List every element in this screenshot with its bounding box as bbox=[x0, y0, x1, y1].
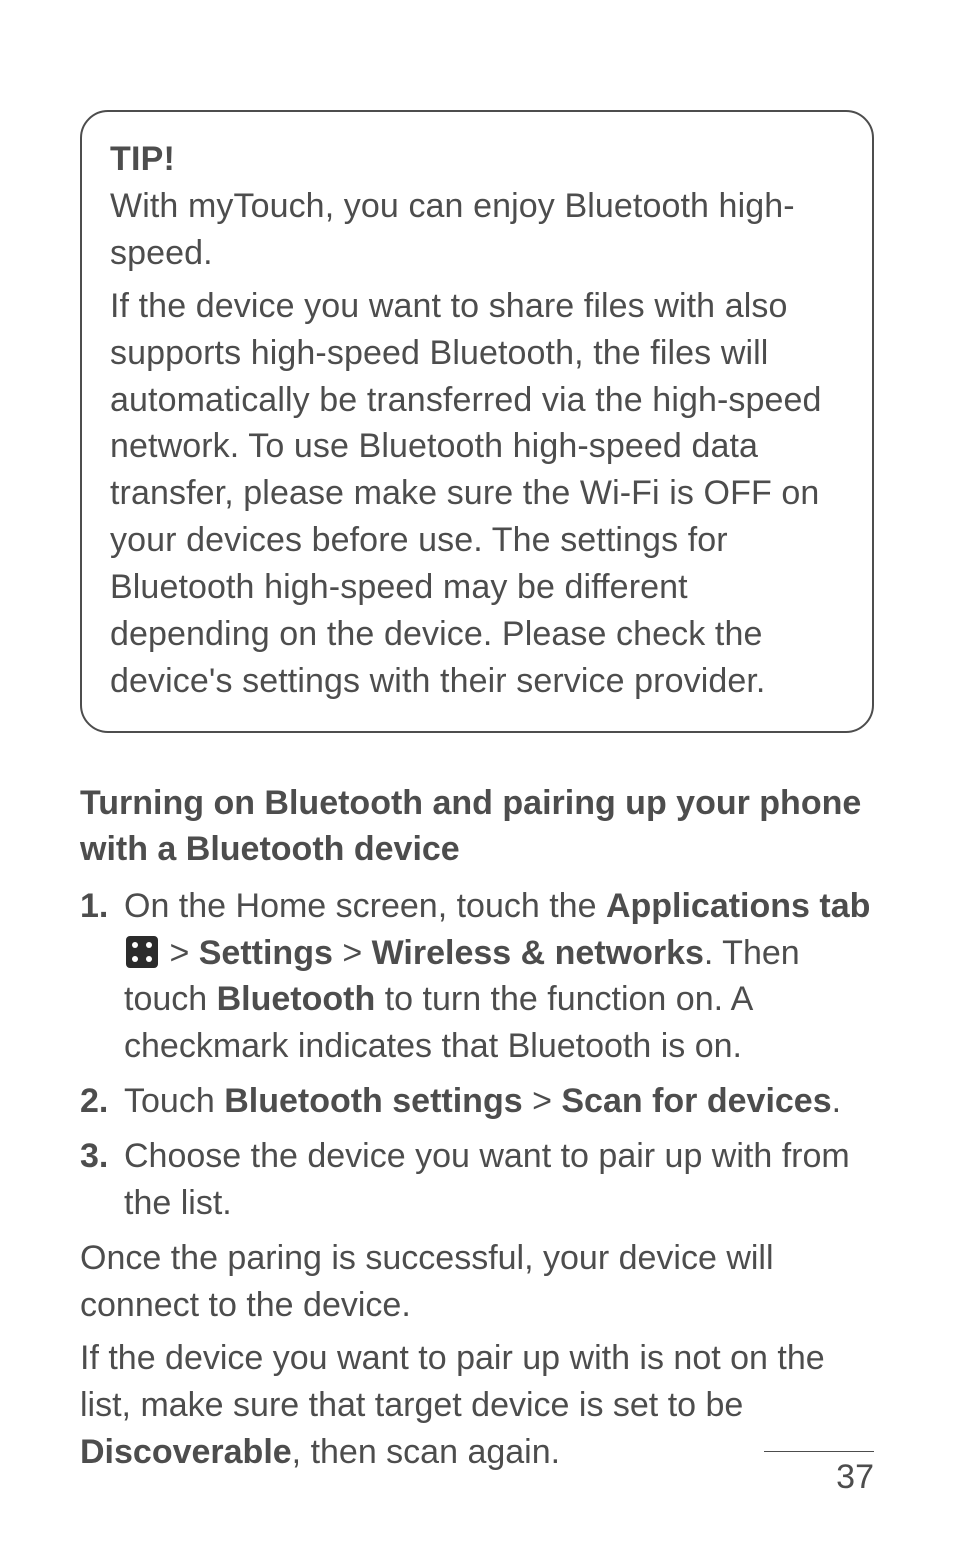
tip-paragraph-2: If the device you want to share files wi… bbox=[110, 283, 844, 705]
applications-tab-icon bbox=[126, 936, 158, 968]
step-text: On the Home screen, touch the bbox=[124, 887, 606, 925]
list-item: On the Home screen, touch the Applicatio… bbox=[80, 883, 874, 1071]
step-text: Touch bbox=[124, 1082, 224, 1120]
section-heading: Turning on Bluetooth and pairing up your… bbox=[80, 781, 874, 873]
step-text: . bbox=[832, 1082, 841, 1120]
breadcrumb-separator: > bbox=[523, 1082, 562, 1120]
manual-page: TIP! With myTouch, you can enjoy Bluetoo… bbox=[0, 0, 954, 1557]
bold-text: Scan for devices bbox=[561, 1082, 831, 1120]
list-item: Touch Bluetooth settings > Scan for devi… bbox=[80, 1078, 874, 1125]
bold-text: Bluetooth settings bbox=[224, 1082, 522, 1120]
tip-callout: TIP! With myTouch, you can enjoy Bluetoo… bbox=[80, 110, 874, 733]
list-item: Choose the device you want to pair up wi… bbox=[80, 1133, 874, 1227]
bold-text: Wireless & networks bbox=[372, 934, 704, 972]
tip-paragraph-1: With myTouch, you can enjoy Bluetooth hi… bbox=[110, 187, 795, 272]
step-text: Choose the device you want to pair up wi… bbox=[124, 1137, 850, 1222]
tip-title: TIP! bbox=[110, 140, 175, 178]
bold-text: Settings bbox=[199, 934, 333, 972]
bold-text: Applications tab bbox=[606, 887, 870, 925]
page-number: 37 bbox=[836, 1458, 874, 1496]
footer-rule bbox=[764, 1451, 874, 1452]
breadcrumb-separator: > bbox=[160, 934, 199, 972]
body-paragraph: Once the paring is successful, your devi… bbox=[80, 1235, 874, 1329]
body-text: If the device you want to pair up with i… bbox=[80, 1339, 825, 1424]
instruction-list: On the Home screen, touch the Applicatio… bbox=[80, 883, 874, 1227]
bold-text: Bluetooth bbox=[217, 980, 376, 1018]
breadcrumb-separator: > bbox=[333, 934, 372, 972]
page-footer: 37 bbox=[80, 1451, 874, 1497]
